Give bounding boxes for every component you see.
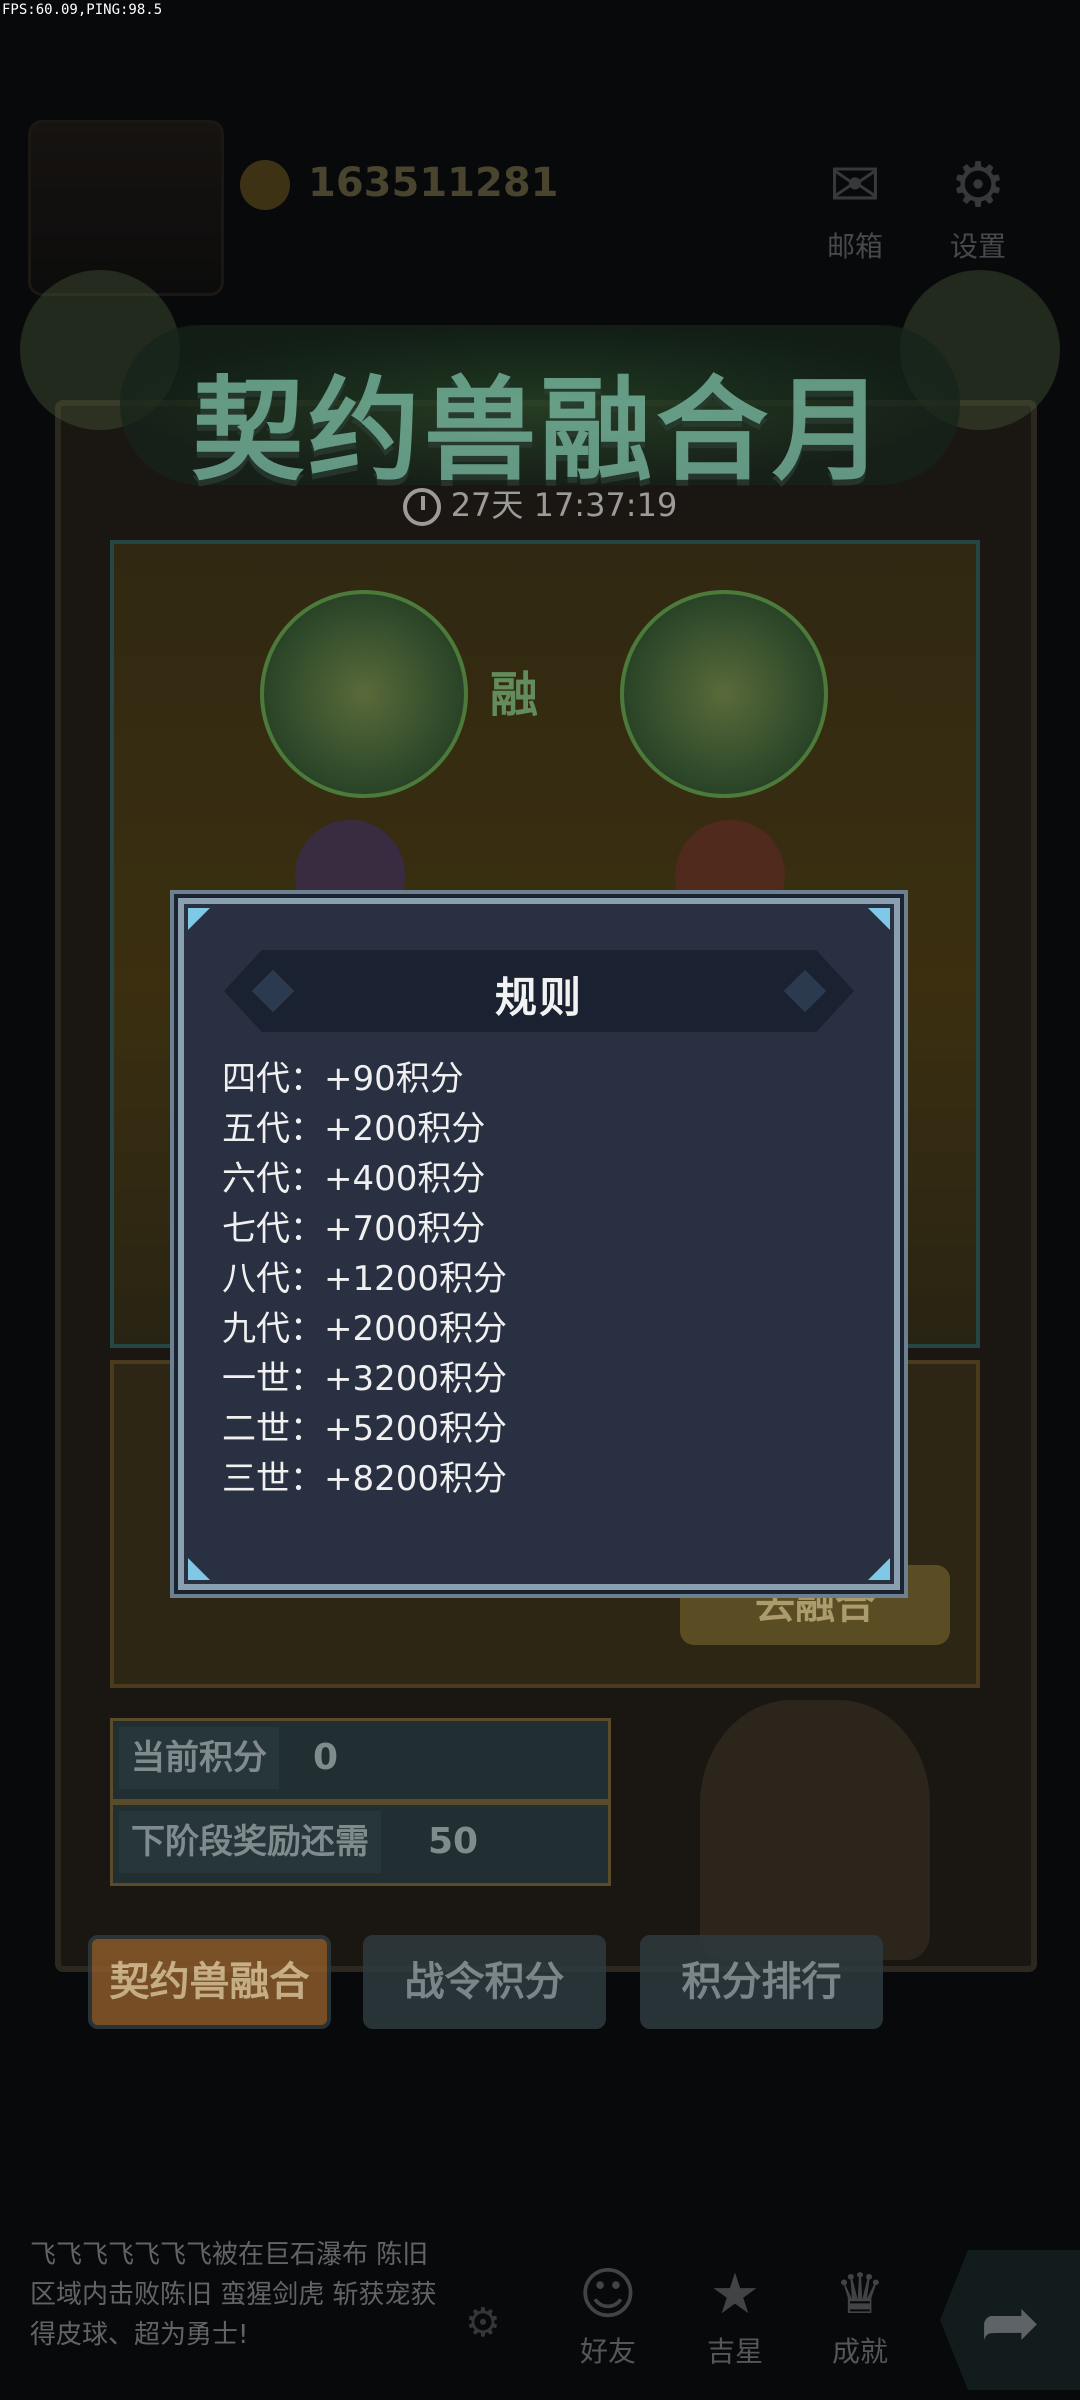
- tab-points-ranking[interactable]: 积分排行: [640, 1935, 883, 2029]
- achievement-icon: ♛: [834, 2262, 886, 2327]
- rule-item: 二世：+5200积分: [222, 1409, 508, 1449]
- coin-balance: 163511281: [308, 160, 559, 206]
- corner-ornament: [868, 1558, 890, 1580]
- rule-item: 八代：+1200积分: [222, 1259, 508, 1299]
- corner-ornament: [188, 908, 210, 930]
- mail-icon: ✉: [829, 148, 881, 221]
- timer-text: 27天 17:37:19: [450, 486, 678, 524]
- rule-item: 七代：+700积分: [222, 1209, 486, 1249]
- gear-icon[interactable]: ⚙: [465, 2300, 501, 2346]
- event-timer: 27天 17:37:19: [0, 480, 1080, 526]
- rule-item: 三世：+8200积分: [222, 1459, 508, 1499]
- tab-battle-pass-points[interactable]: 战令积分: [363, 1935, 606, 2029]
- nav-friends[interactable]: ☺ 好友: [548, 2260, 668, 2370]
- rule-item: 四代：+90积分: [222, 1059, 464, 1099]
- settings-label: 设置: [949, 230, 1006, 263]
- nav-achievement-label: 成就: [831, 2335, 888, 2368]
- rules-title: 规则: [494, 973, 583, 1022]
- current-score-label: 当前积分: [119, 1727, 279, 1789]
- friends-icon: ☺: [578, 2262, 638, 2327]
- fusion-slot-left[interactable]: [260, 590, 468, 798]
- corner-ornament: [188, 1558, 210, 1580]
- rule-item: 九代：+2000积分: [222, 1309, 508, 1349]
- clock-icon: [402, 488, 441, 526]
- rules-list: 四代：+90积分 五代：+200积分 六代：+400积分 七代：+700积分 八…: [222, 1054, 862, 1504]
- rule-item: 五代：+200积分: [222, 1109, 486, 1149]
- gear-icon: ⚙: [950, 148, 1006, 221]
- share-arrow-icon: ➦: [980, 2280, 1041, 2364]
- next-stage-value: 50: [428, 1821, 479, 1862]
- rules-dialog: 规则 四代：+90积分 五代：+200积分 六代：+400积分 七代：+700积…: [178, 898, 900, 1590]
- world-chat-message[interactable]: 飞飞飞飞飞飞飞被在巨石瀑布 陈旧区域内击败陈旧 蛮猩剑虎 斩获宠获得皮球、超为勇…: [30, 2235, 450, 2355]
- gift-icon: ★: [709, 2262, 761, 2327]
- share-button[interactable]: ➦: [940, 2250, 1080, 2390]
- fps-ping-readout: FPS:60.09,PING:98.5: [2, 2, 163, 18]
- corner-ornament: [868, 908, 890, 930]
- nav-lucky-star-label: 吉星: [706, 2335, 763, 2368]
- nav-lucky-star[interactable]: ★ 吉星: [675, 2260, 795, 2370]
- next-stage-row: 下阶段奖励还需 50: [110, 1802, 611, 1886]
- mail-button[interactable]: ✉ 邮箱: [805, 145, 905, 265]
- nav-friends-label: 好友: [579, 2335, 636, 2368]
- next-stage-label: 下阶段奖励还需: [119, 1811, 381, 1873]
- fusion-slot-right[interactable]: [620, 590, 828, 798]
- event-title: 契约兽融合月: [192, 366, 888, 496]
- nav-achievement[interactable]: ♛ 成就: [800, 2260, 920, 2370]
- fusion-label: 融: [490, 667, 539, 723]
- rule-item: 六代：+400积分: [222, 1159, 486, 1199]
- hero-character: [700, 1700, 930, 1960]
- player-avatar[interactable]: [28, 120, 224, 296]
- coin-icon: [240, 160, 290, 210]
- mail-label: 邮箱: [826, 230, 883, 263]
- settings-button[interactable]: ⚙ 设置: [928, 145, 1028, 265]
- current-score-value: 0: [313, 1737, 339, 1778]
- rule-item: 一世：+3200积分: [222, 1359, 508, 1399]
- current-score-row: 当前积分 0: [110, 1718, 611, 1802]
- tab-contract-fusion[interactable]: 契约兽融合: [88, 1935, 331, 2029]
